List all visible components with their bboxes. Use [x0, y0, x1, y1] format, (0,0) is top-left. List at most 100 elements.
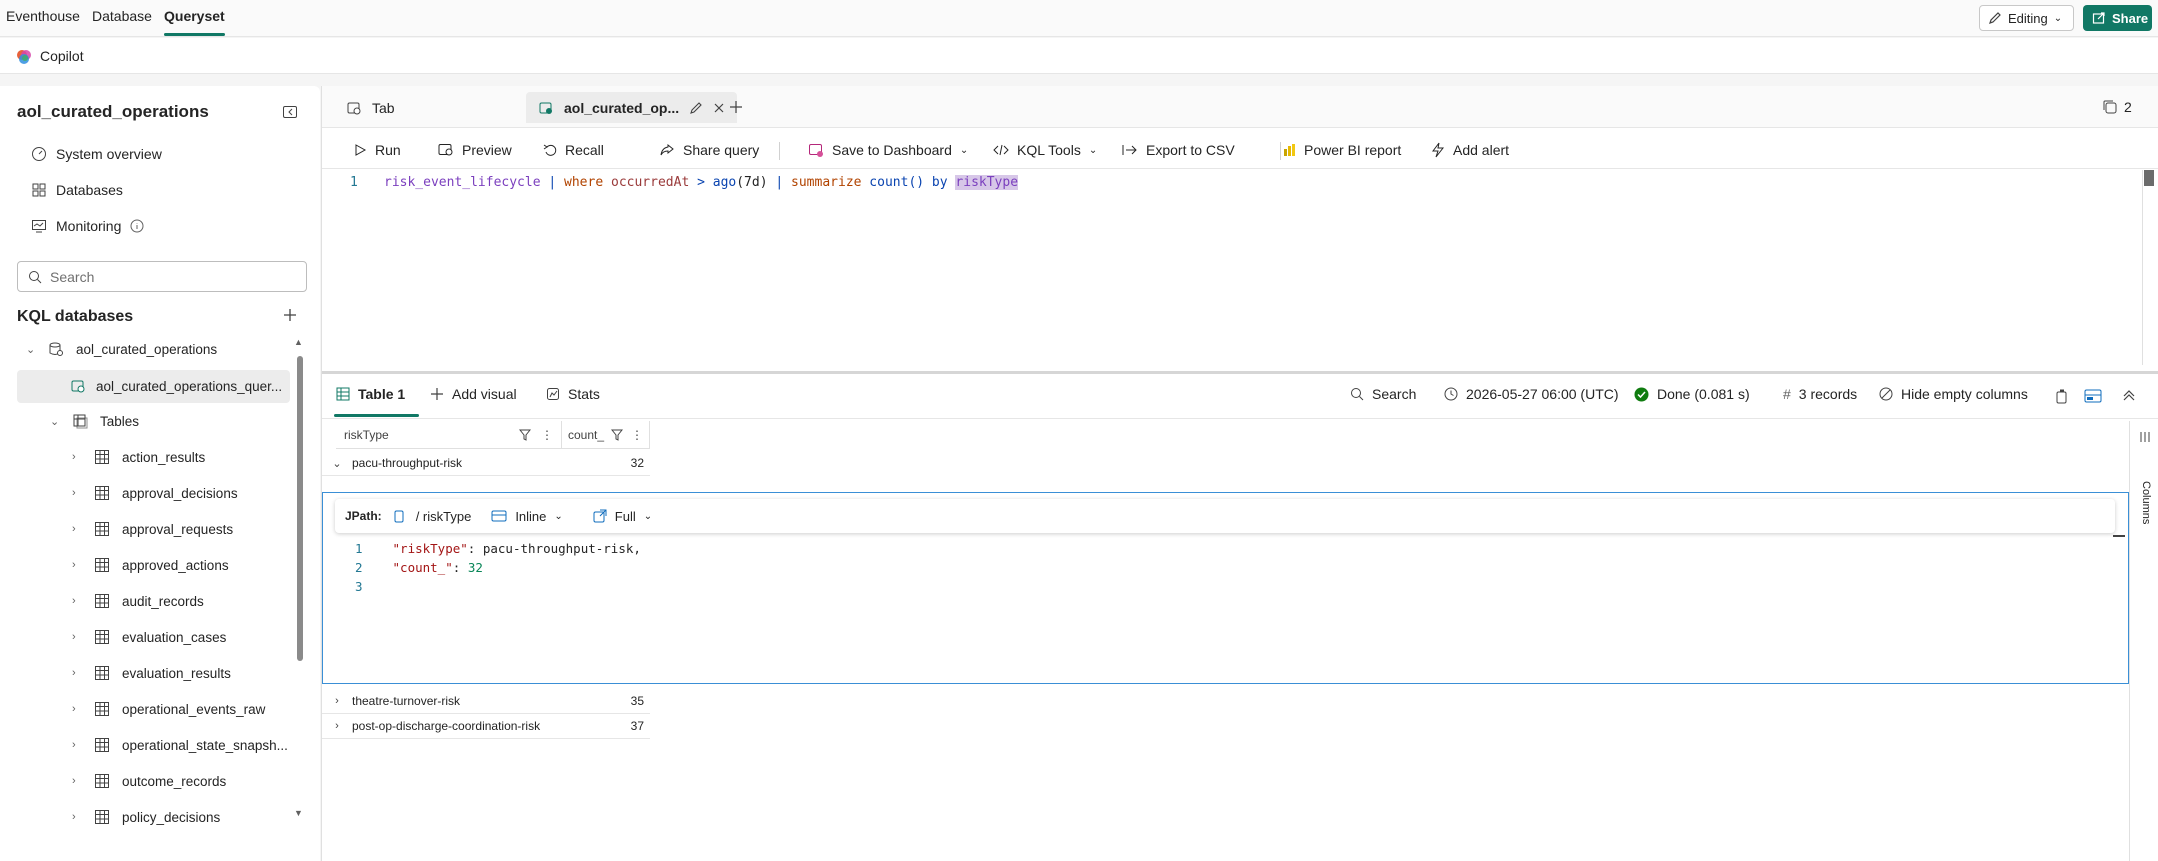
tree-table-item[interactable]: › operational_events_raw [72, 693, 265, 725]
jpath-value: / riskType [415, 508, 472, 524]
nav-tab-database[interactable]: Database [92, 8, 152, 24]
collapse-results-icon[interactable] [2122, 388, 2136, 402]
table-row[interactable]: ⌄ pacu-throughput-risk 32 [322, 451, 650, 476]
inline-view-dropdown[interactable]: Inline ⌄ [491, 509, 563, 524]
table-row[interactable]: › theatre-turnover-risk 35 [322, 689, 650, 714]
json-line: 3 [355, 579, 363, 594]
column-menu-icon[interactable]: ⋮ [541, 428, 553, 442]
add-database-icon[interactable] [283, 308, 297, 322]
scroll-up-icon[interactable]: ▲ [294, 337, 303, 347]
columns-side-panel[interactable]: Columns [2129, 421, 2158, 861]
chevron-right-icon[interactable]: › [72, 703, 86, 715]
copilot-label[interactable]: Copilot [40, 48, 84, 64]
tree-table-item[interactable]: › approved_actions [72, 549, 229, 581]
share-query-button[interactable]: Share query [659, 139, 759, 161]
tree-table-item[interactable]: › outcome_records [72, 765, 226, 797]
chevron-down-icon[interactable]: ⌄ [50, 415, 64, 428]
power-bi-button[interactable]: Power BI report [1282, 139, 1401, 161]
sidebar-search-input[interactable]: Search [17, 261, 307, 292]
copy-path-icon[interactable] [392, 509, 406, 523]
sidebar-item-monitoring[interactable]: Monitoring [31, 214, 144, 238]
kql-query-editor[interactable]: 1 risk_event_lifecycle | where occurredA… [322, 170, 2158, 370]
chevron-right-icon[interactable]: › [72, 523, 86, 535]
cell-risktype: theatre-turnover-risk [352, 694, 461, 708]
add-alert-button[interactable]: Add alert [1431, 139, 1509, 161]
chevron-right-icon[interactable]: › [72, 631, 86, 643]
dashboard-icon [808, 142, 824, 158]
table-row[interactable]: › post-op-discharge-coordination-risk 37 [322, 714, 650, 739]
chevron-right-icon[interactable]: › [72, 487, 86, 499]
tab-stats[interactable]: Stats [546, 386, 600, 402]
scroll-down-icon[interactable]: ▼ [294, 808, 303, 818]
chevron-right-icon[interactable]: › [322, 720, 352, 732]
save-to-dashboard-button[interactable]: Save to Dashboard ⌄ [808, 139, 968, 161]
line-number: 1 [350, 175, 358, 190]
chevron-right-icon[interactable]: › [72, 775, 86, 787]
run-button[interactable]: Run [353, 139, 401, 161]
tab-table-1[interactable]: Table 1 [336, 386, 405, 402]
chevron-right-icon[interactable]: › [322, 695, 352, 707]
stats-label: Stats [568, 386, 600, 402]
filter-icon[interactable] [611, 429, 623, 441]
cell-count: 37 [630, 719, 644, 733]
nav-tab-queryset[interactable]: Queryset [164, 8, 225, 36]
copilot-icon[interactable] [15, 48, 33, 66]
kql-tools-button[interactable]: KQL Tools ⌄ [993, 139, 1097, 161]
tree-tables-folder[interactable]: ⌄ Tables [50, 405, 139, 437]
hide-empty-columns-toggle[interactable]: Hide empty columns [1879, 386, 2028, 402]
tree-table-item[interactable]: › operational_state_snapsh... [72, 729, 288, 761]
nav-tab-eventhouse[interactable]: Eventhouse [6, 8, 80, 24]
tree-table-item[interactable]: › evaluation_results [72, 657, 231, 689]
chevron-right-icon[interactable]: › [72, 739, 86, 751]
add-visual-button[interactable]: Add visual [430, 386, 517, 402]
editor-minimap[interactable] [2142, 170, 2154, 365]
power-bi-icon [1282, 143, 1296, 157]
tree-table-item[interactable]: › audit_records [72, 585, 204, 617]
power-bi-label: Power BI report [1304, 142, 1402, 158]
layout-toggle-icon[interactable] [2084, 388, 2102, 404]
full-view-dropdown[interactable]: Full ⌄ [593, 509, 652, 524]
collapse-pane-icon[interactable] [282, 104, 298, 120]
column-header-count[interactable]: count_ ⋮ [562, 421, 650, 449]
add-tab-icon[interactable] [729, 100, 743, 114]
chevron-right-icon[interactable]: › [72, 667, 86, 679]
copy-icon[interactable] [2054, 388, 2070, 404]
tree-table-item[interactable]: › evaluation_cases [72, 621, 226, 653]
tab-query-active[interactable]: aol_curated_op... [526, 92, 737, 123]
tree-queryset[interactable]: aol_curated_operations_quer... [70, 370, 282, 402]
rename-pencil-icon[interactable] [689, 101, 703, 115]
tree-database[interactable]: ⌄ aol_curated_operations [26, 333, 217, 365]
chevron-right-icon[interactable]: › [72, 811, 86, 823]
chevron-right-icon[interactable]: › [72, 451, 86, 463]
preview-button[interactable]: Preview [438, 139, 512, 161]
tree-table-item[interactable]: › approval_decisions [72, 477, 238, 509]
tree-table-label: evaluation_cases [122, 629, 227, 645]
export-icon [1122, 143, 1138, 157]
share-button[interactable]: Share [2083, 5, 2152, 31]
chevron-down-icon[interactable]: ⌄ [26, 343, 40, 356]
tab-count-icon[interactable] [2102, 99, 2118, 115]
export-csv-button[interactable]: Export to CSV [1122, 139, 1235, 161]
close-tab-icon[interactable] [713, 102, 725, 114]
sidebar-scroll-thumb[interactable] [297, 356, 303, 661]
tree-table-item[interactable]: › policy_decisions [72, 801, 220, 833]
filter-icon[interactable] [519, 429, 531, 441]
search-placeholder: Search [50, 268, 95, 285]
chevron-right-icon[interactable]: › [72, 595, 86, 607]
gauge-icon [31, 146, 47, 162]
column-menu-icon[interactable]: ⋮ [631, 428, 643, 442]
full-label: Full [614, 508, 636, 524]
tree-table-item[interactable]: › approval_requests [72, 513, 233, 545]
chevron-down-icon[interactable]: ⌄ [322, 457, 352, 470]
info-icon[interactable] [130, 219, 144, 233]
recall-button[interactable]: Recall [543, 139, 604, 161]
results-search-button[interactable]: Search [1350, 386, 1416, 402]
sidebar-item-system-overview[interactable]: System overview [31, 142, 162, 166]
tab-label: aol_curated_op... [564, 99, 680, 116]
tab-query-1[interactable]: Tab [334, 92, 407, 123]
tree-table-item[interactable]: › action_results [72, 441, 205, 473]
editing-mode-button[interactable]: Editing ⌄ [1979, 5, 2074, 31]
chevron-right-icon[interactable]: › [72, 559, 86, 571]
sidebar-item-databases[interactable]: Databases [31, 178, 123, 202]
column-header-risktype[interactable]: riskType ⋮ [336, 421, 562, 449]
